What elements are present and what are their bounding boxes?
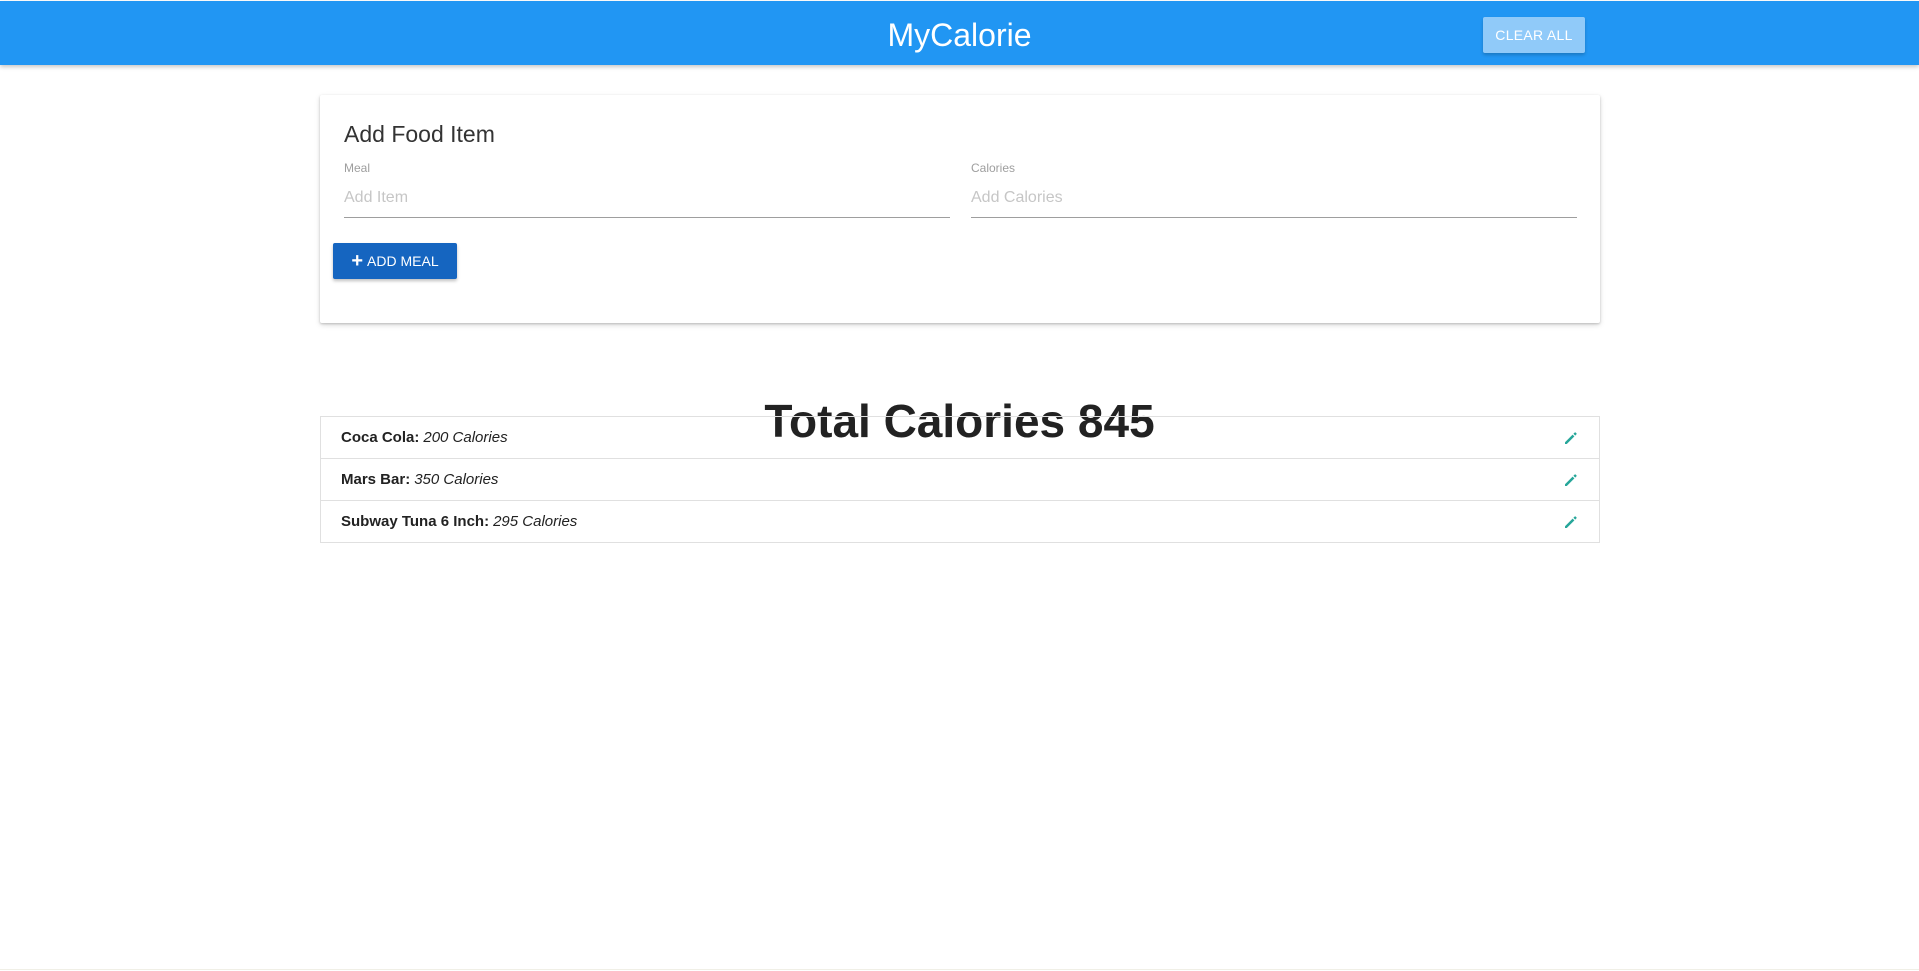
brand-logo[interactable]: MyCalorie bbox=[0, 16, 1919, 54]
pencil-icon[interactable] bbox=[1563, 514, 1579, 530]
meal-input[interactable] bbox=[344, 181, 950, 218]
pencil-icon[interactable] bbox=[1563, 472, 1579, 488]
meal-field: Meal bbox=[344, 161, 950, 218]
item-calories: 350 Calories bbox=[414, 471, 499, 488]
navbar: MyCalorie CLEAR ALL bbox=[0, 1, 1919, 65]
calories-field: Calories bbox=[971, 161, 1577, 218]
item-name: Subway Tuna 6 Inch: bbox=[341, 513, 490, 530]
add-meal-button[interactable]: + ADD MEAL bbox=[333, 243, 457, 279]
card-title: Add Food Item bbox=[344, 121, 495, 147]
item-name: Coca Cola: bbox=[341, 429, 420, 446]
add-food-card: Add Food Item Meal Calories + ADD MEAL bbox=[320, 95, 1600, 323]
item-calories: 200 Calories bbox=[423, 429, 508, 446]
food-item-list: Coca Cola: 200 Calories Mars Bar: 350 Ca… bbox=[320, 416, 1600, 543]
pencil-icon[interactable] bbox=[1563, 430, 1579, 446]
item-name: Mars Bar: bbox=[341, 471, 411, 488]
list-item: Coca Cola: 200 Calories bbox=[321, 417, 1599, 459]
meal-label: Meal bbox=[344, 161, 371, 175]
calories-input[interactable] bbox=[971, 181, 1577, 218]
calories-label: Calories bbox=[971, 161, 1016, 175]
list-item: Mars Bar: 350 Calories bbox=[321, 459, 1599, 501]
list-item: Subway Tuna 6 Inch: 295 Calories bbox=[321, 501, 1599, 542]
page-bottom-divider bbox=[0, 969, 1919, 970]
add-meal-label: ADD MEAL bbox=[367, 253, 439, 269]
plus-icon: + bbox=[351, 250, 364, 272]
clear-all-button[interactable]: CLEAR ALL bbox=[1483, 17, 1585, 53]
item-calories: 295 Calories bbox=[493, 513, 578, 530]
